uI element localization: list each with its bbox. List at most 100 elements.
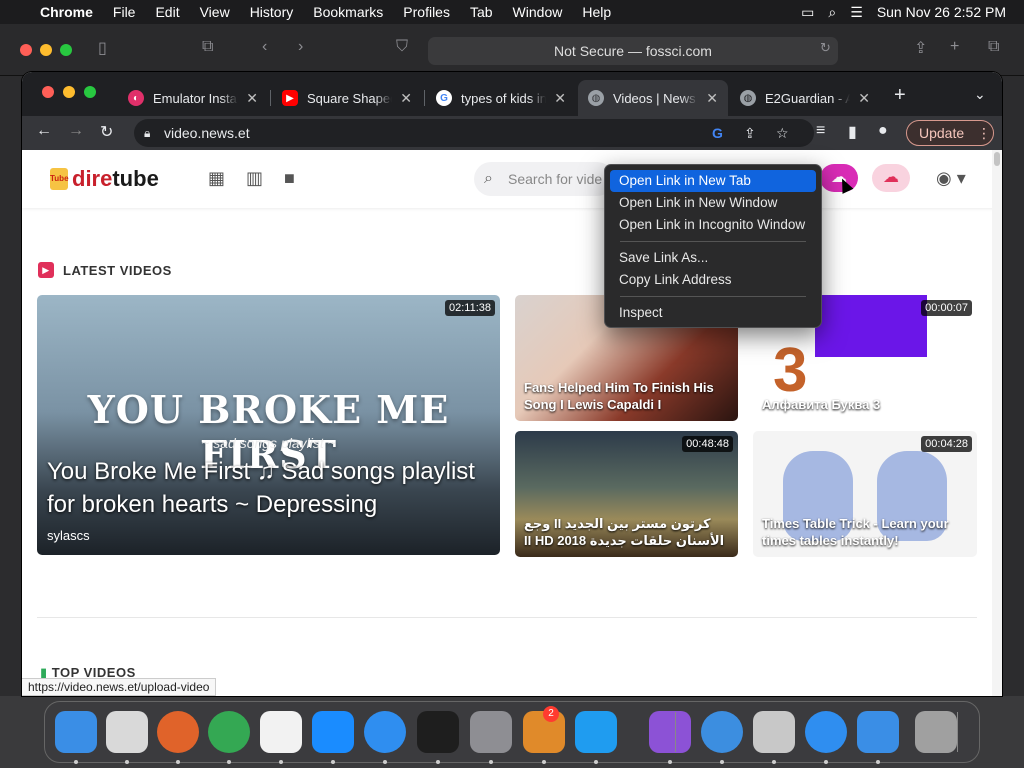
quicktime-icon[interactable] bbox=[857, 711, 899, 753]
reading-list-icon[interactable]: ≡ bbox=[816, 122, 825, 140]
menu-inspect[interactable]: Inspect bbox=[610, 302, 816, 324]
share-icon[interactable]: ⇪ bbox=[914, 38, 927, 58]
side-panel-icon[interactable]: ▮ bbox=[848, 122, 857, 142]
reload-icon[interactable]: ↻ bbox=[100, 122, 113, 142]
film-icon[interactable]: ▦ bbox=[208, 168, 225, 189]
menu-edit[interactable]: Edit bbox=[145, 4, 189, 20]
safari-toolbar: ▯ ⧉ ‹ › ⛉ Not Secure — fossci.com ↻ ⇪ + … bbox=[0, 24, 1024, 76]
update-button[interactable]: Update ⋮ bbox=[906, 120, 994, 146]
running-indicator bbox=[227, 760, 231, 764]
back-icon[interactable]: ‹ bbox=[262, 38, 267, 56]
safari-address-bar[interactable]: Not Secure — fossci.com bbox=[428, 37, 838, 65]
visual-studio-icon[interactable] bbox=[649, 711, 691, 753]
textedit-icon[interactable] bbox=[260, 711, 302, 753]
running-indicator bbox=[594, 760, 598, 764]
menu-open-link-incognito[interactable]: Open Link in Incognito Window bbox=[610, 214, 816, 236]
tab-search-icon[interactable]: ⌄ bbox=[974, 86, 986, 103]
video-camera-icon[interactable]: ■ bbox=[284, 168, 295, 189]
menu-file[interactable]: File bbox=[103, 4, 146, 20]
page-scrollbar[interactable] bbox=[992, 150, 1002, 696]
chrome-close-button[interactable] bbox=[42, 86, 54, 98]
spotlight-icon[interactable]: ⌕ bbox=[828, 4, 836, 21]
menu-open-link-new-tab[interactable]: Open Link in New Tab bbox=[610, 170, 816, 192]
lock-icon[interactable]: 🔒︎ bbox=[144, 119, 150, 147]
menu-separator bbox=[620, 241, 806, 242]
upload-button[interactable]: ☁ bbox=[872, 164, 910, 192]
vscode-icon[interactable] bbox=[575, 711, 617, 753]
screen-mirror-icon[interactable]: ▭ bbox=[801, 4, 814, 21]
close-tab-icon[interactable]: ✕ bbox=[706, 90, 718, 107]
menu-tab[interactable]: Tab bbox=[460, 4, 503, 20]
site-logo[interactable]: Tube dire tube bbox=[50, 166, 159, 192]
tab-e2guardian[interactable]: ◍ E2Guardian - A ✕ bbox=[730, 80, 880, 116]
account-icon[interactable]: ◉ ▾ bbox=[936, 168, 966, 189]
close-tab-icon[interactable]: ✕ bbox=[246, 90, 258, 107]
launchpad-icon[interactable] bbox=[106, 711, 148, 753]
safari-close-button[interactable] bbox=[20, 44, 32, 56]
safari-minimize-button[interactable] bbox=[40, 44, 52, 56]
forward-icon[interactable]: → bbox=[68, 122, 84, 140]
share-icon[interactable]: ⇪ bbox=[744, 119, 756, 147]
new-tab-icon[interactable]: + bbox=[950, 38, 959, 56]
profile-icon[interactable]: ● bbox=[878, 122, 888, 140]
control-center-icon[interactable]: ☰ bbox=[850, 4, 863, 21]
system-settings-icon[interactable] bbox=[470, 711, 512, 753]
menu-bookmarks[interactable]: Bookmarks bbox=[303, 4, 393, 20]
menu-profiles[interactable]: Profiles bbox=[393, 4, 460, 20]
video-card[interactable]: 00:04:28 Times Table Trick - Learn your … bbox=[753, 431, 977, 557]
shield-icon[interactable]: ⛉ bbox=[396, 38, 408, 56]
duration-badge: 00:48:48 bbox=[682, 436, 733, 452]
close-tab-icon[interactable]: ✕ bbox=[400, 90, 412, 107]
tab-square-shaped[interactable]: ▶ Square Shaped ✕ bbox=[272, 80, 422, 116]
terminal-icon[interactable] bbox=[417, 711, 459, 753]
menu-help[interactable]: Help bbox=[572, 4, 621, 20]
chrome-icon[interactable] bbox=[208, 711, 250, 753]
firefox-icon[interactable] bbox=[157, 711, 199, 753]
clip-icon[interactable]: ▥ bbox=[246, 168, 263, 189]
more-menu-icon[interactable]: ⋮ bbox=[977, 121, 991, 145]
tab-types-of-kids[interactable]: G types of kids in ✕ bbox=[426, 80, 576, 116]
tab-overview-icon[interactable]: ⧉ bbox=[988, 38, 999, 56]
duration-badge: 02:11:38 bbox=[444, 300, 495, 316]
weather-icon[interactable] bbox=[701, 711, 743, 753]
chrome-zoom-button[interactable] bbox=[84, 86, 96, 98]
trash-icon[interactable] bbox=[915, 711, 957, 753]
close-tab-icon[interactable]: ✕ bbox=[554, 90, 566, 107]
chrome-minimize-button[interactable] bbox=[63, 86, 75, 98]
safari-zoom-button[interactable] bbox=[60, 44, 72, 56]
back-icon[interactable]: ← bbox=[36, 122, 52, 140]
menu-save-link-as[interactable]: Save Link As... bbox=[610, 247, 816, 269]
youtube-icon: ▶ bbox=[282, 90, 298, 106]
clock[interactable]: Sun Nov 26 2:52 PM bbox=[877, 4, 1006, 20]
menu-view[interactable]: View bbox=[190, 4, 240, 20]
menu-history[interactable]: History bbox=[240, 4, 304, 20]
menu-open-link-new-window[interactable]: Open Link in New Window bbox=[610, 192, 816, 214]
app-store-icon[interactable] bbox=[312, 711, 354, 753]
google-lens-icon[interactable]: G bbox=[712, 119, 723, 147]
tab-group-icon[interactable]: ⧉ bbox=[202, 38, 213, 56]
address-bar[interactable]: 🔒︎ video.news.et G ⇪ ☆ bbox=[134, 119, 814, 147]
close-tab-icon[interactable]: ✕ bbox=[858, 90, 870, 107]
video-card[interactable]: 00:48:48 كرتون مستر بين الجديد II وجع ال… bbox=[515, 431, 738, 557]
featured-video-card[interactable]: YOU BROKE ME FIRST ~ sad songs playlist … bbox=[37, 295, 500, 555]
menu-window[interactable]: Window bbox=[503, 4, 573, 20]
sidebar-icon[interactable]: ▯ bbox=[98, 38, 107, 58]
duration-badge: 00:04:28 bbox=[921, 436, 972, 452]
menu-copy-link-address[interactable]: Copy Link Address bbox=[610, 269, 816, 291]
tab-strip: ◐ Emulator Install ✕ ▶ Square Shaped ✕ G… bbox=[22, 72, 1002, 116]
app-menu[interactable]: Chrome bbox=[30, 4, 103, 20]
tab-videos-news[interactable]: ◍ Videos | News f ✕ bbox=[578, 80, 728, 116]
channel-name[interactable]: sylascs bbox=[47, 528, 90, 543]
installer-icon[interactable] bbox=[753, 711, 795, 753]
featured-video-title[interactable]: You Broke Me First ♫ Sad songs playlist … bbox=[47, 455, 487, 521]
safari-2-icon[interactable] bbox=[805, 711, 847, 753]
bookmark-star-icon[interactable]: ☆ bbox=[776, 119, 789, 147]
new-tab-icon[interactable]: + bbox=[894, 84, 906, 107]
tab-emulator[interactable]: ◐ Emulator Install ✕ bbox=[118, 80, 268, 116]
safari-icon[interactable] bbox=[364, 711, 406, 753]
forward-icon[interactable]: › bbox=[298, 38, 303, 56]
search-input[interactable]: ⌕ Search for vide bbox=[474, 162, 614, 196]
reload-icon[interactable]: ↻ bbox=[820, 40, 831, 56]
running-indicator bbox=[176, 760, 180, 764]
finder-icon[interactable] bbox=[55, 711, 97, 753]
